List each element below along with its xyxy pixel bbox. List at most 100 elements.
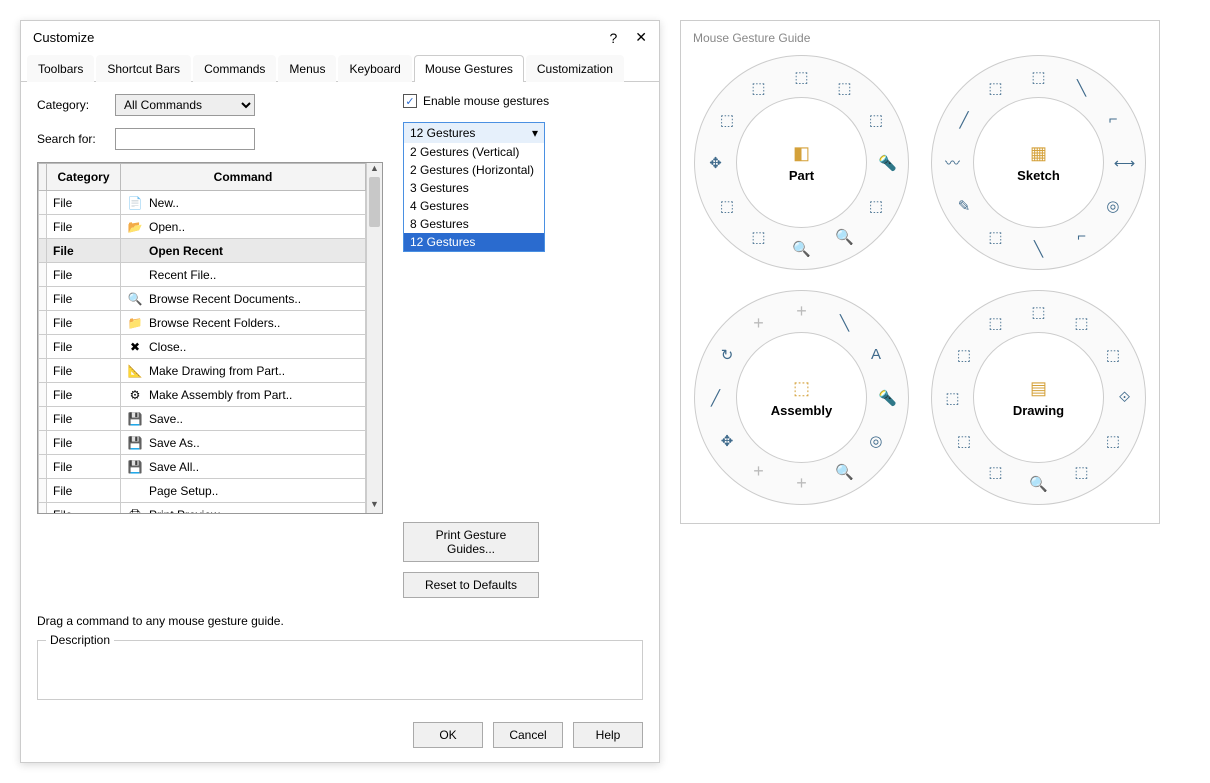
scroll-thumb[interactable] (369, 177, 380, 227)
gesture-slot-icon[interactable]: ⬚ (865, 195, 887, 217)
help-button[interactable]: Help (573, 722, 643, 748)
table-row[interactable]: File🔍Browse Recent Documents.. (39, 287, 366, 311)
table-row[interactable]: File📁Browse Recent Folders.. (39, 311, 366, 335)
gesture-slot-icon[interactable]: ⟐ (1114, 387, 1136, 409)
gesture-slot-icon[interactable]: ↻ (716, 344, 738, 366)
table-header-category[interactable]: Category (47, 164, 121, 191)
table-row[interactable]: File💾Save All.. (39, 455, 366, 479)
gesture-slot-icon[interactable]: ⬚ (1071, 312, 1093, 334)
gesture-slot-icon[interactable]: ⬚ (748, 77, 770, 99)
gesture-slot-icon[interactable]: ⬚ (953, 430, 975, 452)
table-row[interactable]: File💾Save As.. (39, 431, 366, 455)
gesture-slot-icon[interactable]: ⬚ (953, 344, 975, 366)
gesture-slot-icon[interactable]: 🔦 (877, 387, 899, 409)
print-gesture-guides-button[interactable]: Print Gesture Guides... (403, 522, 539, 562)
gesture-slot-icon[interactable]: ╲ (834, 312, 856, 334)
gesture-slot-icon[interactable]: ⬚ (985, 226, 1007, 248)
tab-mouse-gestures[interactable]: Mouse Gestures (414, 55, 524, 82)
gesture-slot-icon[interactable]: ⬚ (716, 109, 738, 131)
ok-button[interactable]: OK (413, 722, 483, 748)
gesture-slot-icon[interactable]: ╱ (705, 387, 727, 409)
gesture-slot-empty[interactable]: + (748, 461, 770, 483)
table-row[interactable]: File📐Make Drawing from Part.. (39, 359, 366, 383)
tab-customization[interactable]: Customization (526, 55, 624, 82)
table-row[interactable]: File📄New.. (39, 191, 366, 215)
command-label: Make Assembly from Part.. (149, 388, 292, 402)
gesture-slot-icon[interactable]: ⬚ (985, 461, 1007, 483)
reset-to-defaults-button[interactable]: Reset to Defaults (403, 572, 539, 598)
gesture-slot-icon[interactable]: ◎ (865, 430, 887, 452)
gesture-slot-icon[interactable]: ⬚ (1102, 430, 1124, 452)
search-input[interactable] (115, 128, 255, 150)
table-row[interactable]: File📂Open.. (39, 215, 366, 239)
gesture-option[interactable]: 12 Gestures (404, 233, 544, 251)
drag-hint: Drag a command to any mouse gesture guid… (21, 608, 659, 634)
gesture-slot-icon[interactable]: ⬚ (791, 66, 813, 88)
description-box: Description (37, 640, 643, 700)
table-row[interactable]: FileOpen Recent (39, 239, 366, 263)
table-row[interactable]: File💾Save.. (39, 407, 366, 431)
gesture-slot-icon[interactable]: ⬚ (748, 226, 770, 248)
gesture-slot-icon[interactable]: ⬚ (985, 77, 1007, 99)
gesture-slot-icon[interactable]: 🔍 (1028, 473, 1050, 495)
tab-shortcut-bars[interactable]: Shortcut Bars (96, 55, 191, 82)
scroll-down-icon[interactable]: ▼ (367, 499, 382, 513)
gesture-slot-icon[interactable]: ✎ (953, 195, 975, 217)
gesture-option[interactable]: 4 Gestures (404, 197, 544, 215)
close-icon[interactable]: ✕ (635, 29, 647, 46)
scroll-up-icon[interactable]: ▲ (367, 163, 382, 177)
gesture-slot-icon[interactable]: ⬚ (1028, 301, 1050, 323)
category-select[interactable]: All Commands (115, 94, 255, 116)
gesture-slot-icon[interactable]: ◎ (1102, 195, 1124, 217)
table-header-command[interactable]: Command (121, 164, 366, 191)
gesture-slot-icon[interactable]: ⬚ (985, 312, 1007, 334)
gesture-slot-icon[interactable]: ⬚ (1071, 461, 1093, 483)
gesture-slot-icon[interactable]: ⟷ (1114, 152, 1136, 174)
gesture-option[interactable]: 2 Gestures (Vertical) (404, 143, 544, 161)
gesture-option[interactable]: 3 Gestures (404, 179, 544, 197)
enable-gestures-checkbox[interactable]: ✓ (403, 94, 417, 108)
gesture-slot-icon[interactable]: ✥ (705, 152, 727, 174)
cancel-button[interactable]: Cancel (493, 722, 563, 748)
gesture-slot-icon[interactable]: ⬚ (834, 77, 856, 99)
gesture-option[interactable]: 8 Gestures (404, 215, 544, 233)
gesture-slot-icon[interactable]: ⌐ (1071, 226, 1093, 248)
gesture-slot-empty[interactable]: + (791, 473, 813, 495)
gesture-count-dropdown[interactable]: 12 Gestures ▾ 2 Gestures (Vertical)2 Ges… (403, 122, 545, 252)
gesture-option[interactable]: 2 Gestures (Horizontal) (404, 161, 544, 179)
table-row[interactable]: FilePage Setup.. (39, 479, 366, 503)
table-row[interactable]: File⚙Make Assembly from Part.. (39, 383, 366, 407)
gesture-slot-icon[interactable]: 🔦 (877, 152, 899, 174)
table-row[interactable]: File✖Close.. (39, 335, 366, 359)
gesture-slot-icon[interactable]: 〰 (942, 152, 964, 174)
wheel-center-icon: ◧ (793, 143, 810, 164)
gesture-slot-icon[interactable]: ⬚ (865, 109, 887, 131)
tab-menus[interactable]: Menus (278, 55, 336, 82)
gesture-slot-icon[interactable]: ⬚ (1028, 66, 1050, 88)
gesture-slot-empty[interactable]: + (791, 301, 813, 323)
gesture-slot-icon[interactable]: ✥ (716, 430, 738, 452)
gesture-slot-icon[interactable]: ╲ (1071, 77, 1093, 99)
gesture-slot-icon[interactable]: ⌐ (1102, 109, 1124, 131)
table-row[interactable]: FileRecent File.. (39, 263, 366, 287)
vertical-scrollbar[interactable]: ▲ ▼ (366, 163, 382, 513)
tab-keyboard[interactable]: Keyboard (338, 55, 411, 82)
gesture-slot-icon[interactable]: 🔍 (834, 461, 856, 483)
gesture-slot-icon[interactable]: 🔍 (834, 226, 856, 248)
gesture-slot-icon[interactable]: ⬚ (716, 195, 738, 217)
gesture-slot-icon[interactable]: A (865, 344, 887, 366)
cell-command: Page Setup.. (121, 479, 366, 503)
help-icon[interactable]: ? (609, 30, 617, 46)
tab-toolbars[interactable]: Toolbars (27, 55, 94, 82)
gesture-slot-icon[interactable]: ╲ (1028, 238, 1050, 260)
tab-commands[interactable]: Commands (193, 55, 276, 82)
gesture-slot-empty[interactable]: + (748, 312, 770, 334)
gesture-slot-icon[interactable]: ╱ (953, 109, 975, 131)
gesture-slot-icon[interactable]: ⬚ (1102, 344, 1124, 366)
command-icon: 💾 (127, 459, 143, 475)
gesture-slot-icon[interactable]: 🔍 (791, 238, 813, 260)
chevron-down-icon: ▾ (532, 126, 538, 140)
command-icon: 📂 (127, 219, 143, 235)
table-row[interactable]: File🖨Print Preview.. (39, 503, 366, 514)
gesture-slot-icon[interactable]: ⬚ (942, 387, 964, 409)
